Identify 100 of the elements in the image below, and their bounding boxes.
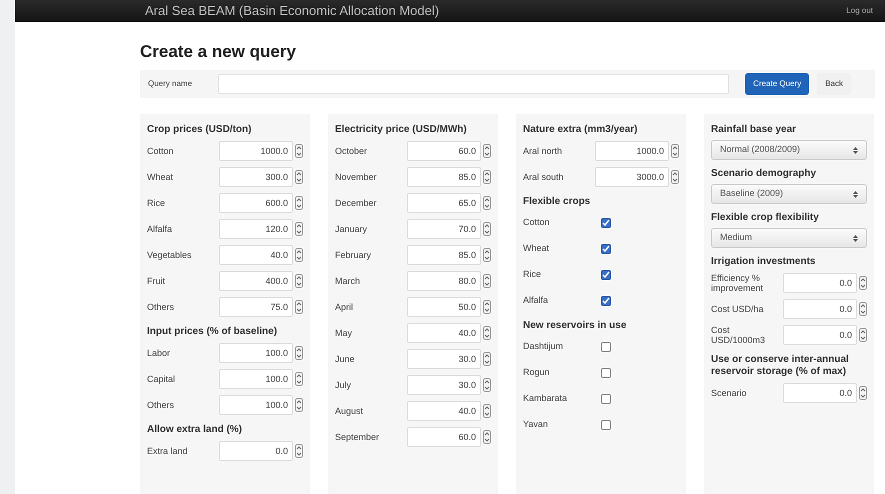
section-heading: Irrigation investments: [711, 256, 816, 268]
section-heading: Flexible crops: [523, 196, 592, 208]
number-field[interactable]: 0.0: [783, 299, 857, 319]
spinner-icon[interactable]: [295, 196, 303, 210]
spinner-icon[interactable]: [295, 144, 303, 158]
number-field[interactable]: 40.0: [407, 401, 481, 421]
number-field[interactable]: 100.0: [219, 395, 293, 415]
check-icon: [602, 245, 610, 253]
number-field[interactable]: 1000.0: [219, 141, 293, 161]
spinner-icon[interactable]: [483, 352, 491, 366]
page-title: Create a new query: [140, 40, 297, 62]
spinner-icon[interactable]: [483, 430, 491, 444]
field-label: December: [335, 198, 378, 208]
check-icon: [602, 271, 610, 279]
checkbox[interactable]: [601, 342, 611, 352]
checkbox[interactable]: [601, 218, 611, 228]
spinner-icon[interactable]: [483, 274, 491, 288]
number-field[interactable]: 3000.0: [595, 167, 669, 187]
number-field[interactable]: 300.0: [219, 167, 293, 187]
spinner-icon[interactable]: [483, 404, 491, 418]
spinner-icon[interactable]: [295, 170, 303, 184]
checkbox[interactable]: [601, 420, 611, 430]
spinner-icon[interactable]: [295, 398, 303, 412]
spinner-icon[interactable]: [859, 386, 867, 400]
dropdown[interactable]: Normal (2008/2009): [711, 140, 867, 160]
spinner-icon[interactable]: [295, 444, 303, 458]
checkbox[interactable]: [601, 270, 611, 280]
spinner-icon[interactable]: [483, 300, 491, 314]
number-field[interactable]: 30.0: [407, 349, 481, 369]
number-field[interactable]: 70.0: [407, 219, 481, 239]
number-field[interactable]: 85.0: [407, 245, 481, 265]
app-title[interactable]: Aral Sea BEAM (Basin Economic Allocation Model): [145, 1, 440, 20]
number-field[interactable]: 100.0: [219, 369, 293, 389]
checkbox[interactable]: [601, 244, 611, 254]
number-field[interactable]: 50.0: [407, 297, 481, 317]
field-label: November: [335, 172, 378, 182]
updown-icon: [853, 190, 858, 198]
number-field[interactable]: 600.0: [219, 193, 293, 213]
number-field[interactable]: 40.0: [407, 323, 481, 343]
dropdown-value: Baseline (2009): [720, 187, 784, 200]
section-heading: New reservoirs in use: [523, 320, 628, 332]
field-label: Others: [147, 302, 176, 312]
checkbox-label: Rogun: [523, 366, 551, 380]
spinner-icon[interactable]: [483, 248, 491, 262]
field-label: Aral north: [523, 146, 564, 156]
number-field[interactable]: 100.0: [219, 343, 293, 363]
checkbox-label: Wheat: [523, 242, 550, 256]
field-label: August: [335, 406, 364, 416]
number-field[interactable]: 1000.0: [595, 141, 669, 161]
number-field[interactable]: 80.0: [407, 271, 481, 291]
section-heading: Use or conserve inter-annual reservoir storage (% of max): [711, 354, 850, 378]
spinner-icon[interactable]: [483, 196, 491, 210]
number-field[interactable]: 0.0: [219, 441, 293, 461]
number-field[interactable]: 0.0: [783, 383, 857, 403]
checkbox[interactable]: [601, 368, 611, 378]
field-label: Labor: [147, 348, 172, 358]
spinner-icon[interactable]: [671, 144, 679, 158]
number-field[interactable]: 65.0: [407, 193, 481, 213]
section-heading: Nature extra (mm3/year): [523, 124, 638, 136]
number-field[interactable]: 0.0: [783, 325, 857, 345]
spinner-icon[interactable]: [295, 346, 303, 360]
spinner-icon[interactable]: [859, 276, 867, 290]
number-field[interactable]: 85.0: [407, 167, 481, 187]
field-label: June: [335, 354, 356, 364]
number-field[interactable]: 60.0: [407, 427, 481, 447]
spinner-icon[interactable]: [295, 372, 303, 386]
spinner-icon[interactable]: [483, 144, 491, 158]
number-field[interactable]: 60.0: [407, 141, 481, 161]
spinner-icon[interactable]: [295, 248, 303, 262]
field-label: March: [335, 276, 362, 286]
spinner-icon[interactable]: [483, 326, 491, 340]
logout-link[interactable]: Log out: [846, 4, 873, 17]
field-label: Scenario: [711, 388, 748, 398]
spinner-icon[interactable]: [859, 302, 867, 316]
field-label: Capital: [147, 374, 176, 384]
number-field[interactable]: 0.0: [783, 273, 857, 293]
number-field[interactable]: 40.0: [219, 245, 293, 265]
spinner-icon[interactable]: [483, 378, 491, 392]
back-button[interactable]: Back: [817, 73, 851, 95]
updown-icon: [853, 146, 858, 154]
spinner-icon[interactable]: [483, 170, 491, 184]
spinner-icon[interactable]: [671, 170, 679, 184]
spinner-icon[interactable]: [295, 222, 303, 236]
spinner-icon[interactable]: [483, 222, 491, 236]
spinner-icon[interactable]: [295, 274, 303, 288]
section-heading: Flexible crop flexibility: [711, 212, 820, 224]
spinner-icon[interactable]: [859, 328, 867, 342]
field-label: May: [335, 328, 354, 338]
dropdown[interactable]: Baseline (2009): [711, 184, 867, 204]
query-name-field[interactable]: [218, 74, 730, 94]
create-query-button[interactable]: Create Query: [745, 73, 810, 95]
number-field[interactable]: 400.0: [219, 271, 293, 291]
checkbox[interactable]: [601, 296, 611, 306]
checkbox[interactable]: [601, 394, 611, 404]
number-field[interactable]: 30.0: [407, 375, 481, 395]
number-field[interactable]: 120.0: [219, 219, 293, 239]
dropdown[interactable]: Medium: [711, 228, 867, 248]
spinner-icon[interactable]: [295, 300, 303, 314]
number-field[interactable]: 75.0: [219, 297, 293, 317]
field-label: Rice: [147, 198, 166, 208]
